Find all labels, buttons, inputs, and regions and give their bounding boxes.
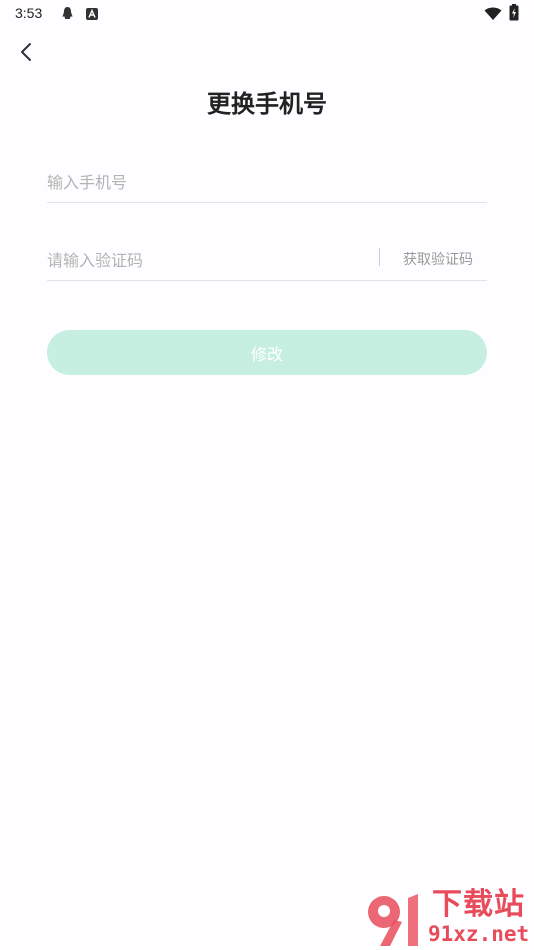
phone-field: [47, 162, 487, 203]
verification-code-input[interactable]: [47, 240, 367, 280]
chevron-left-icon: [21, 43, 31, 61]
submit-button[interactable]: 修改: [47, 330, 487, 375]
wifi-icon: [484, 6, 502, 25]
status-time: 3:53: [15, 5, 43, 21]
watermark-logo-icon: [368, 894, 418, 946]
verification-code-field: 获取验证码: [47, 240, 487, 281]
qq-notification-icon: [60, 6, 75, 25]
watermark: 下载站 91xz.net: [364, 888, 534, 950]
phone-input[interactable]: [47, 162, 487, 202]
divider: [379, 248, 380, 266]
get-code-button[interactable]: 获取验证码: [403, 249, 473, 269]
page-title: 更换手机号: [207, 90, 327, 118]
battery-charging-icon: [509, 4, 519, 25]
back-button[interactable]: [12, 38, 40, 66]
watermark-title: 下载站: [432, 887, 525, 922]
status-bar: 3:53: [0, 0, 534, 28]
app-notification-icon: [85, 6, 99, 25]
watermark-url: 91xz.net: [428, 922, 530, 946]
